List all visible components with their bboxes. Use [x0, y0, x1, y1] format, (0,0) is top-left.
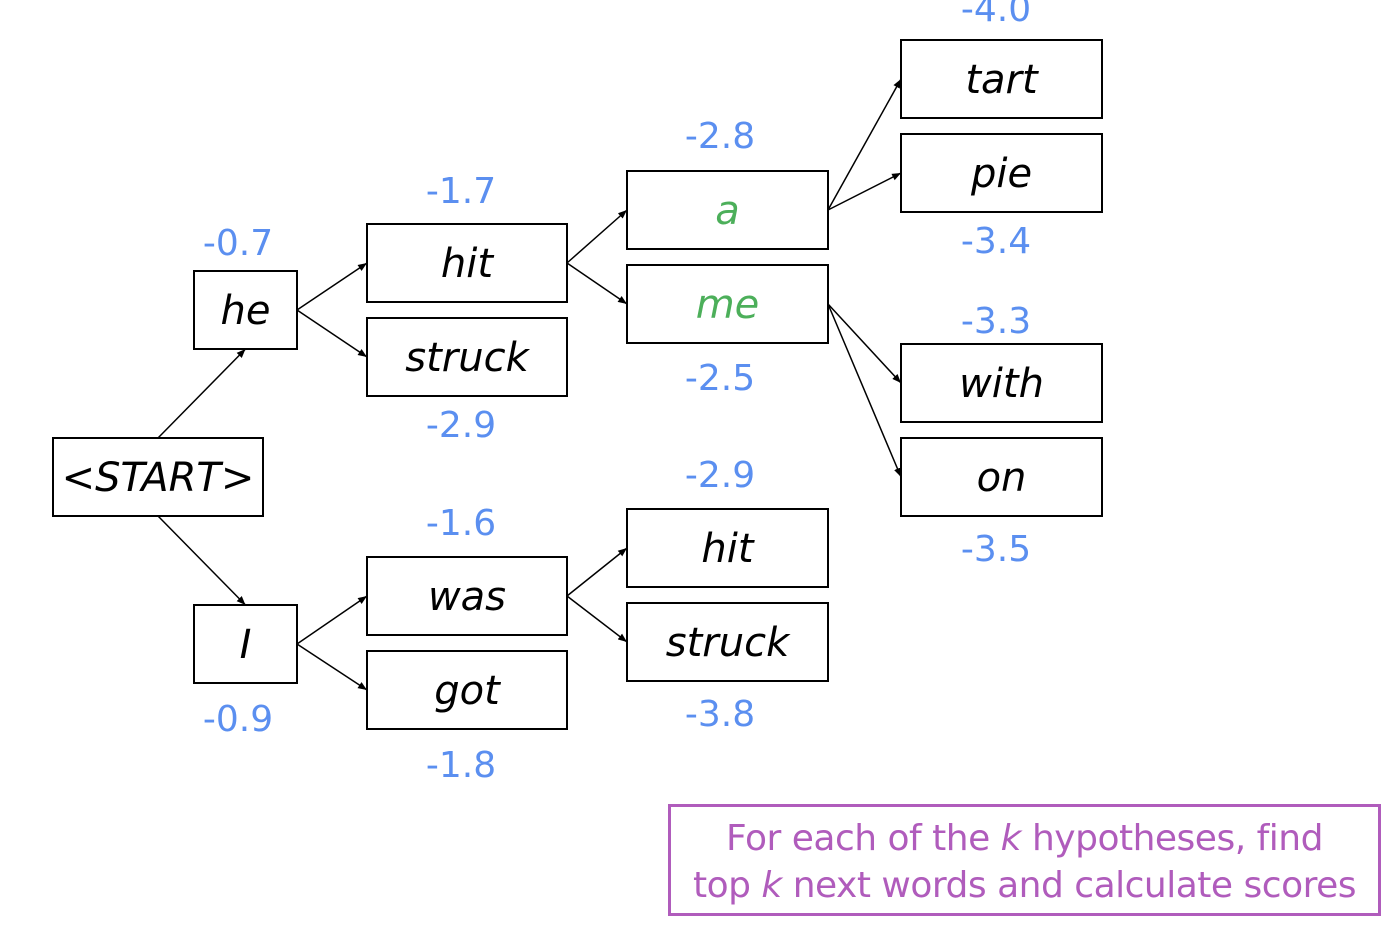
edge-start-to-he — [157, 348, 247, 439]
node-start: <START> — [52, 437, 264, 517]
node-word: me — [696, 282, 760, 328]
edge-was-to-struck2 — [566, 595, 628, 643]
node-score: -1.7 — [426, 171, 496, 212]
edge-hit-to-me — [566, 262, 628, 305]
edge-he-to-hit — [296, 262, 368, 311]
node-struck: struck -2.9 — [366, 317, 568, 446]
edge-me-to-with — [827, 303, 902, 384]
note-line-1: For each of the k hypotheses, find — [726, 818, 1323, 859]
node-score: -4.0 — [961, 0, 1031, 30]
node-on: on -3.5 — [900, 437, 1103, 570]
edge-hit-to-a — [566, 209, 628, 264]
node-word: a — [715, 188, 740, 234]
explanation-note: For each of the k hypotheses, find top k… — [668, 804, 1381, 916]
edge-a-to-tart — [827, 78, 902, 211]
node-word: hit — [441, 241, 494, 287]
node-word: pie — [970, 151, 1032, 197]
edge-me-to-on — [827, 303, 902, 478]
node-score: -3.5 — [961, 529, 1031, 570]
edge-I-to-got — [296, 643, 368, 691]
node-hit: hit -1.7 — [366, 171, 568, 303]
edge-was-to-hit2 — [566, 547, 628, 597]
node-he: he -0.7 — [193, 223, 298, 350]
node-score: -0.9 — [203, 699, 273, 740]
edge-I-to-was — [296, 595, 368, 645]
node-word: <START> — [62, 455, 255, 501]
node-score: -2.5 — [685, 358, 755, 399]
node-tart: tart -4.0 — [900, 0, 1103, 119]
node-score: -2.8 — [685, 116, 755, 157]
node-word: I — [240, 622, 252, 668]
edge-he-to-struck — [296, 309, 368, 358]
node-score: -3.8 — [685, 694, 755, 735]
note-line-2: top k next words and calculate scores — [692, 865, 1357, 906]
node-score: -0.7 — [203, 223, 273, 264]
node-me: me -2.5 — [626, 264, 829, 399]
node-word: he — [221, 288, 271, 334]
node-score: -1.8 — [426, 745, 496, 786]
node-score: -3.4 — [961, 221, 1031, 262]
node-got: got -1.8 — [366, 650, 568, 786]
node-word: hit — [701, 526, 754, 572]
node-score: -2.9 — [685, 455, 755, 496]
node-score: -2.9 — [426, 405, 496, 446]
node-pie: pie -3.4 — [900, 133, 1103, 262]
node-with: with -3.3 — [900, 301, 1103, 423]
node-word: struck — [666, 620, 791, 666]
node-word: with — [959, 361, 1044, 407]
node-score: -1.6 — [426, 503, 496, 544]
node-word: got — [434, 668, 501, 714]
node-word: tart — [965, 57, 1039, 103]
node-a: a -2.8 — [626, 116, 829, 250]
node-score: -3.3 — [961, 301, 1031, 342]
node-word: on — [977, 455, 1027, 501]
node-word: was — [428, 574, 506, 620]
node-I: I -0.9 — [193, 604, 298, 740]
node-struck2: struck -3.8 — [626, 602, 829, 735]
node-hit2: hit -2.9 — [626, 455, 829, 588]
node-was: was -1.6 — [366, 503, 568, 636]
edge-start-to-I — [157, 515, 247, 606]
node-word: struck — [405, 335, 530, 381]
